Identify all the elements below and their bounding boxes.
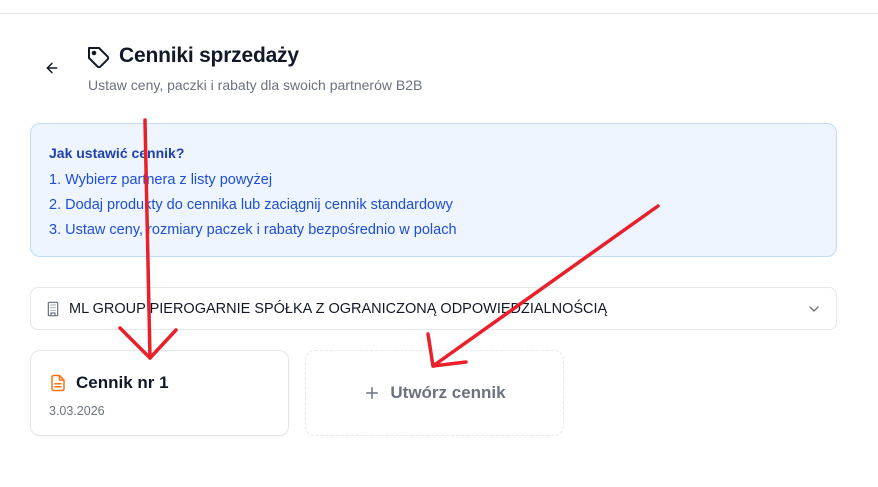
page-subtitle: Ustaw ceny, paczki i rabaty dla swoich p… bbox=[88, 77, 423, 93]
info-step-3: 3. Ustaw ceny, rozmiary paczek i rabaty … bbox=[49, 222, 457, 238]
pricelist-card[interactable]: Cennik nr 1 3.03.2026 bbox=[30, 350, 289, 436]
create-pricelist-label: Utwórz cennik bbox=[390, 383, 506, 402]
building-icon bbox=[45, 301, 61, 317]
create-pricelist-button[interactable]: Utwórz cennik bbox=[305, 350, 564, 436]
document-icon bbox=[49, 374, 67, 392]
tag-icon bbox=[88, 47, 110, 69]
info-box: Jak ustawić cennik? 1. Wybierz partnera … bbox=[30, 123, 837, 257]
partner-select-value: ML GROUP PIEROGARNIE SPÓŁKA Z OGRANICZON… bbox=[69, 300, 608, 317]
info-step-2: 2. Dodaj produkty do cennika lub zaciągn… bbox=[49, 197, 453, 213]
info-title: Jak ustawić cennik? bbox=[49, 145, 185, 161]
arrow-left-icon bbox=[46, 62, 58, 74]
pricelist-title: Cennik nr 1 bbox=[76, 373, 169, 392]
back-button[interactable] bbox=[38, 56, 66, 80]
top-divider bbox=[0, 13, 878, 14]
plus-icon bbox=[363, 384, 381, 402]
page-title: Cenniki sprzedaży bbox=[119, 44, 299, 67]
chevron-down-icon bbox=[806, 301, 822, 317]
partner-select[interactable]: ML GROUP PIEROGARNIE SPÓŁKA Z OGRANICZON… bbox=[30, 287, 837, 330]
info-step-1: 1. Wybierz partnera z listy powyżej bbox=[49, 172, 273, 188]
pricelist-date: 3.03.2026 bbox=[49, 404, 105, 418]
